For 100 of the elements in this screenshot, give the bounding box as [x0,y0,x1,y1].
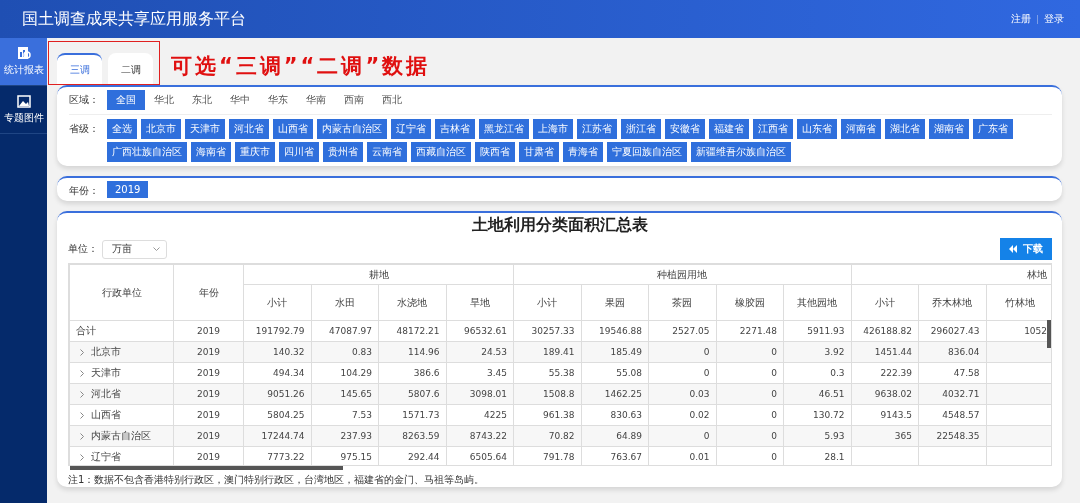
table-cell: 47.58 [953,368,980,378]
column-header: 水田 [311,284,379,321]
province-button[interactable]: 宁夏回族自治区 [607,142,687,162]
province-button[interactable]: 山东省 [797,119,837,139]
table-cell: 836.04 [948,347,980,357]
table-cell: 山西省 [70,408,173,422]
table-cell: 7773.22 [267,452,305,462]
province-button[interactable]: 陕西省 [475,142,515,162]
province-button[interactable]: 河北省 [229,119,269,139]
region-option[interactable]: 全国 [107,90,145,110]
table-cell: 30257.33 [531,326,575,336]
province-button[interactable]: 福建省 [709,119,749,139]
province-button[interactable]: 河南省 [841,119,881,139]
table-cell: 145.65 [340,389,372,399]
province-button[interactable]: 海南省 [191,142,231,162]
table-cell: 9051.26 [267,389,305,399]
report-title: 土地利用分类面积汇总表 [471,215,649,236]
table-cell: 河北省 [70,387,173,401]
province-button[interactable]: 新疆维吾尔族自治区 [691,142,791,162]
province-button[interactable]: 浙江省 [621,119,661,139]
province-button[interactable]: 内蒙古自治区 [317,119,387,139]
province-button[interactable]: 天津市 [185,119,225,139]
province-button[interactable]: 全选 [107,119,137,139]
chevron-right-icon[interactable] [80,432,84,440]
column-header: 茶园 [648,284,716,321]
column-header: 小计 [513,284,581,321]
table-cell: 19546.88 [599,326,642,336]
sidebar-item[interactable]: 统计报表 [0,38,47,86]
table-cell: 494.34 [273,368,305,378]
region-option[interactable]: 东北 [183,90,221,110]
chevron-right-icon[interactable] [80,369,84,377]
column-header: 水浇地 [378,284,446,321]
chart-magnifier-icon [16,46,31,60]
scrollbar-thumb[interactable] [70,466,343,470]
column-group-header: 耕地 [243,264,514,285]
province-button[interactable]: 湖南省 [929,119,969,139]
tab[interactable]: 二调 [108,52,153,85]
region-option[interactable]: 华东 [259,90,297,110]
province-button[interactable]: 辽宁省 [391,119,431,139]
province-button[interactable]: 湖北省 [885,119,925,139]
table-cell: 763.67 [610,452,642,462]
province-button[interactable]: 贵州省 [323,142,363,162]
region-option[interactable]: 华中 [221,90,259,110]
table-cell: 2019 [197,347,220,357]
table-cell: 185.49 [610,347,642,357]
header-link[interactable]: 注册 [1005,12,1037,26]
table-cell-text: 合计 [75,324,97,338]
table-cell: 237.93 [340,431,372,441]
chevron-right-icon[interactable] [80,453,84,461]
province-button[interactable]: 北京市 [141,119,181,139]
province-button[interactable]: 重庆市 [235,142,275,162]
table-cell: 内蒙古自治区 [70,429,173,443]
chevron-right-icon[interactable] [80,348,84,356]
download-button[interactable]: 下载 [1000,238,1052,260]
unit-select[interactable]: 万亩 [102,239,167,259]
table-cell: 96532.61 [464,326,507,336]
scrollbar-thumb[interactable] [1047,320,1051,348]
province-button[interactable]: 青海省 [563,142,603,162]
province-button[interactable]: 广西壮族自治区 [107,142,187,162]
header-link[interactable]: 登录 [1038,12,1070,26]
table-cell: 0 [703,347,710,357]
province-button[interactable]: 四川省 [279,142,319,162]
field-label: 单位： [68,242,98,256]
province-button[interactable]: 西藏自治区 [411,142,471,162]
column-header: 小计 [243,284,311,321]
province-button[interactable]: 吉林省 [435,119,475,139]
field-label: 省级： [69,122,100,136]
table-cell: 2527.05 [672,326,710,336]
table-cell: 24.53 [481,347,507,357]
table-cell: 104.29 [340,368,372,378]
province-button[interactable]: 江西省 [753,119,793,139]
column-header: 年份 [173,264,244,321]
tab[interactable]: 三调 [57,52,102,85]
table-cell: 55.08 [616,368,642,378]
province-button[interactable]: 山西省 [273,119,313,139]
province-button[interactable]: 江苏省 [577,119,617,139]
province-button[interactable]: 安徽省 [665,119,705,139]
province-button[interactable]: 上海市 [533,119,573,139]
table-cell: 5911.93 [807,326,845,336]
year-button[interactable]: 2019 [107,181,149,198]
table-cell: 0 [703,431,710,441]
table-cell: 191792.79 [255,326,305,336]
region-option[interactable]: 西北 [373,90,411,110]
province-button[interactable]: 黑龙江省 [479,119,529,139]
chevron-right-icon[interactable] [80,411,84,419]
table-cell: 3098.01 [469,389,507,399]
table-cell: 2019 [197,368,220,378]
table-cell: 292.44 [408,452,440,462]
region-option[interactable]: 华南 [297,90,335,110]
table-cell: 1571.73 [402,410,440,420]
province-button[interactable]: 甘肃省 [519,142,559,162]
province-button[interactable]: 广东省 [973,119,1013,139]
table-cell: 55.38 [548,368,575,378]
column-header: 橡胶园 [716,284,784,321]
table-cell: 0 [771,389,777,399]
province-button[interactable]: 云南省 [367,142,407,162]
region-option[interactable]: 华北 [145,90,183,110]
app-title: 国土调查成果共享应用服务平台 [22,8,247,30]
region-option[interactable]: 西南 [335,90,373,110]
chevron-right-icon[interactable] [80,390,84,398]
